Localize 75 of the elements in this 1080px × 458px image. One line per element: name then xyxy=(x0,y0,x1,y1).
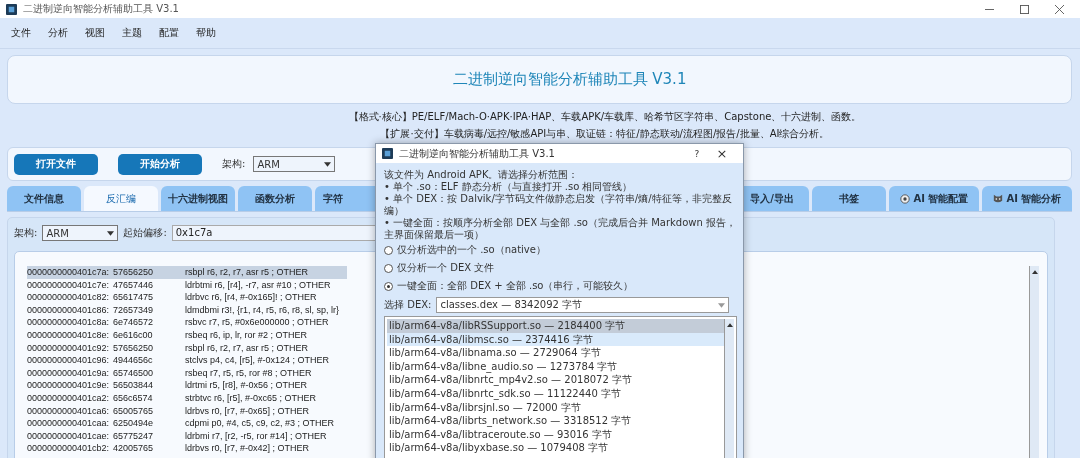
code-line[interactable]: 0000000000401c9a: 65746500 rsbeq r7, r5, r5, ror #8 ; OTHER xyxy=(27,366,347,380)
app-heading: 二进制逆向智能分析辅助工具 V3.1 xyxy=(452,70,687,89)
bullet-text: • 单个 DEX：按 Dalvik/字节码文件做静态启发（字符串/熵/特征等，非完整反编） xyxy=(384,193,733,217)
app-icon xyxy=(382,148,393,159)
code-line[interactable]: 0000000000401ca6: 65005765 ldrbvs r0, [r7, #-0x65] ; OTHER xyxy=(27,404,347,418)
radio-option[interactable]: 仅分析选中的一个 .so（native） xyxy=(384,241,737,259)
file-list-item[interactable]: lib/arm64-v8a/librts_network.so — 3318512 字节 xyxy=(387,414,724,428)
code-line[interactable]: 0000000000401c9e: 56503844 ldrtmi r5, [r8], #-0x56 ; OTHER xyxy=(27,379,347,392)
scrollbar[interactable] xyxy=(724,319,734,458)
arch-label: 架构: xyxy=(14,226,38,240)
menu-item[interactable]: 主题 xyxy=(122,26,142,40)
code-line[interactable]: 0000000000401c92: 57656250 rsbpl r6, r2, r7, asr r5 ; OTHER xyxy=(27,341,347,355)
radio-option[interactable]: 一键全面：全部 DEX + 全部 .so（串行，可能较久） xyxy=(384,277,737,295)
maximize-icon[interactable] xyxy=(1020,4,1029,14)
arch-dropdown[interactable]: ARM xyxy=(42,225,119,241)
bullet-text: • 单个 .so：ELF 静态分析（与直接打开 .so 相同管线） xyxy=(384,181,634,193)
file-list-item[interactable]: lib/arm64-v8a/libnama.so — 2729064 字节 xyxy=(387,346,724,360)
scroll-up-icon[interactable] xyxy=(1031,270,1038,274)
file-list-item[interactable]: lib/arm64-v8a/libnrtc_sdk.so — 11122440 字节 xyxy=(387,386,724,401)
file-list-item[interactable]: lib/arm64-v8a/libne_audio.so — 1273784 字节 xyxy=(387,359,724,374)
arch-dropdown[interactable]: ARM xyxy=(253,156,336,172)
cat-face-icon xyxy=(992,193,1003,204)
tab[interactable]: AI 智能分析 xyxy=(982,186,1072,211)
tab[interactable]: 反汇编 xyxy=(84,186,158,211)
scrollbar[interactable] xyxy=(1029,266,1039,458)
code-line[interactable]: 0000000000401c8e: 6e616c00 rsbeq r6, ip, lr, ror #2 ; OTHER xyxy=(27,328,347,342)
file-list-item[interactable]: lib/arm64-v8a/libtraceroute.so — 93016 字节 xyxy=(387,427,724,442)
radio-option[interactable]: 仅分析一个 DEX 文件 xyxy=(384,259,737,277)
file-list-item[interactable]: lib/arm64-v8a/libRSSupport.so — 2184400 字节 xyxy=(387,319,724,333)
code-line[interactable]: 0000000000401ca2: 656c6574 strbtvc r6, [r5], #-0xc65 ; OTHER xyxy=(27,391,347,405)
file-list-item[interactable]: lib/arm64-v8a/librsjnl.so — 72000 字节 xyxy=(387,400,724,415)
help-button[interactable]: ? xyxy=(687,148,707,159)
caret-icon xyxy=(324,161,332,167)
code-line[interactable]: 0000000000401c82: 65617475 ldrbvc r6, [r4, #-0x165]! ; OTHER xyxy=(27,291,347,304)
action-button[interactable]: 开始分析 xyxy=(118,153,202,175)
code-line[interactable]: 0000000000401c96: 4944656c stclvs p4, c4, [r5], #-0x124 ; OTHER xyxy=(27,354,347,367)
feature-line: 【格式·核心】PE/ELF/Mach-O·APK·IPA·HAP、车载APK/车载库、哈希节区字符串、Capstone、十六进制、函数。 xyxy=(348,110,862,124)
close-icon[interactable] xyxy=(1055,4,1064,14)
radio-button[interactable] xyxy=(384,281,393,291)
dex-dropdown[interactable]: classes.dex — 8342092 字节 xyxy=(436,297,730,313)
code-line[interactable]: 0000000000401cb2: 42005765 ldrbvs r0, [r7, #-0x42] ; OTHER xyxy=(27,442,347,455)
code-line[interactable]: 0000000000401cae: 65775247 ldrbmi r7, [r2, -r5, ror #14] ; OTHER xyxy=(27,429,347,443)
caret-icon xyxy=(107,230,115,236)
menu-item[interactable]: 视图 xyxy=(85,26,105,40)
prompt-text: 该文件为 Android APK。请选择分析范围： xyxy=(384,169,580,181)
dex-label: 选择 DEX: xyxy=(384,298,432,312)
tab[interactable]: 函数分析 xyxy=(238,186,312,211)
app-icon xyxy=(6,3,17,15)
code-line[interactable]: 0000000000401c86: 72657349 ldmdbmi r3!, {r1, r4, r5, r6, r8, sl, sp, lr} xyxy=(27,303,347,317)
radio-button[interactable] xyxy=(384,263,393,273)
dialog-title: 二进制逆向智能分析辅助工具 V3.1 xyxy=(399,146,555,161)
feature-line: 【扩展·交付】车载病毒/远控/敏感API与串、取证链：特征/静态联动/流程图/报告/批量、AI综合分析。 xyxy=(380,127,830,141)
window-title: 二进制逆向智能分析辅助工具 V3.1 xyxy=(23,2,179,16)
tab[interactable]: 书签 xyxy=(812,186,886,211)
menu-item[interactable]: 帮助 xyxy=(196,26,216,40)
code-line[interactable]: 0000000000401c7e: 47657446 ldrbtmi r6, [r4], -r7, asr #10 ; OTHER xyxy=(27,278,347,292)
tab[interactable]: 十六进制视图 xyxy=(161,186,235,211)
radio-button[interactable] xyxy=(384,245,393,255)
tab[interactable]: AI 智能配置 xyxy=(889,186,979,211)
menu-item[interactable]: 配置 xyxy=(159,26,179,40)
file-list-item[interactable]: lib/arm64-v8a/libyxbase.so — 1079408 字节 xyxy=(387,441,724,455)
offset-label: 起始偏移: xyxy=(123,226,167,240)
code-line[interactable]: 0000000000401caa: 6250494e cdpmi p0, #4, c5, c9, c2, #3 ; OTHER xyxy=(27,417,347,430)
arch-label: 架构: xyxy=(222,157,246,171)
code-line[interactable]: 0000000000401c8a: 6e746572 rsbvc r7, r5, #0x6e000000 ; OTHER xyxy=(27,316,347,329)
file-list-item[interactable]: lib/arm64-v8a/libnrtc_mp4v2.so — 2018072 字节 xyxy=(387,373,724,387)
gear-icon xyxy=(899,193,910,204)
tab[interactable]: 文件信息 xyxy=(7,186,81,211)
caret-icon xyxy=(718,302,726,308)
menu-item[interactable]: 分析 xyxy=(48,26,68,40)
menu-item[interactable]: 文件 xyxy=(11,26,31,40)
close-button[interactable]: × xyxy=(707,146,737,161)
action-button[interactable]: 打开文件 xyxy=(14,153,98,175)
scroll-up-icon[interactable] xyxy=(726,323,733,327)
bullet-text: • 一键全面：按顺序分析全部 DEX 与全部 .so（完成后合并 Markdown 报告，主界面保留最后一项） xyxy=(384,217,737,241)
